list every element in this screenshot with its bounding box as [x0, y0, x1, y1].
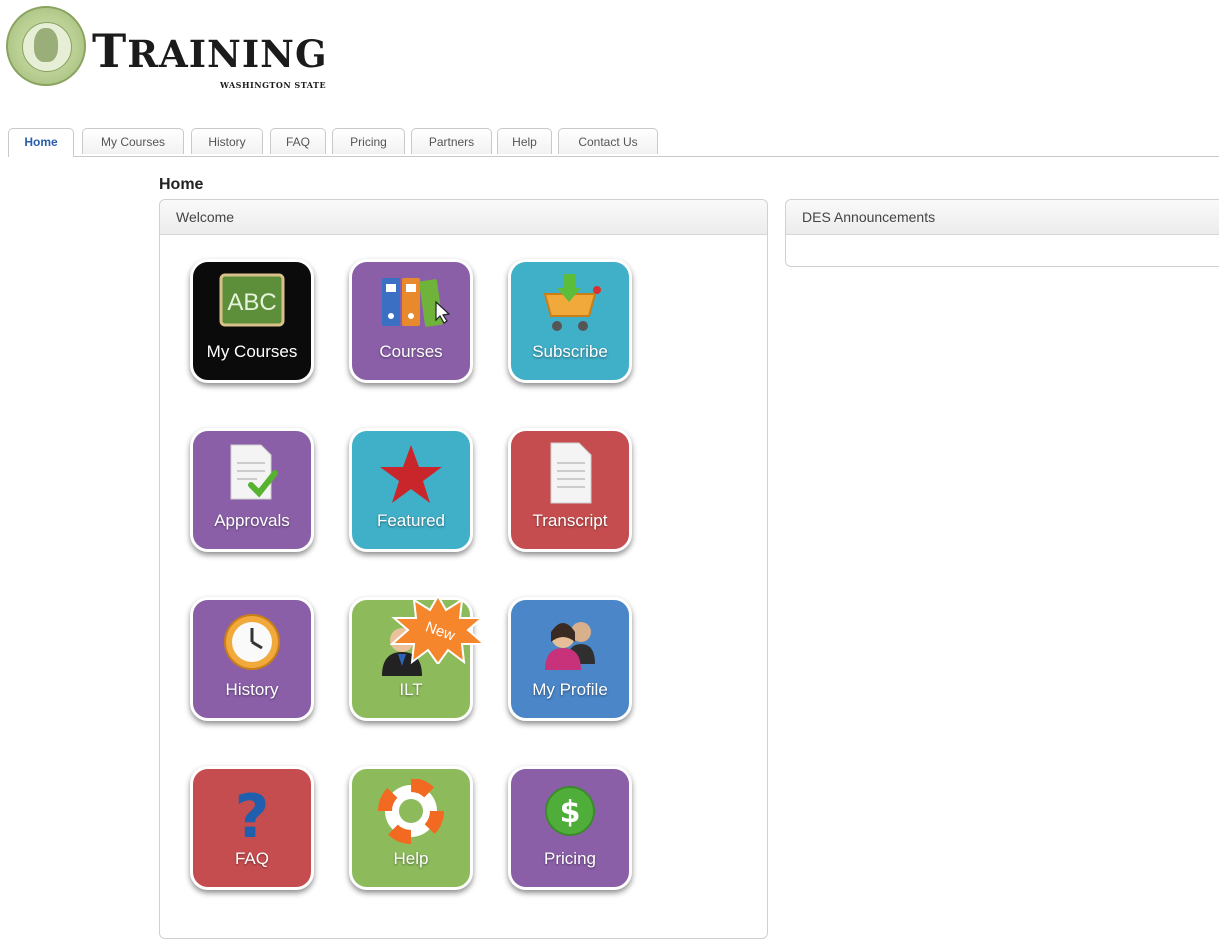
tab-contact-us[interactable]: Contact Us: [558, 128, 658, 154]
people-icon: [511, 610, 629, 676]
announcements-panel: DES Announcements: [785, 199, 1219, 267]
tab-history[interactable]: History: [191, 128, 263, 154]
tab-faq[interactable]: FAQ: [270, 128, 326, 154]
tile-faq[interactable]: ? FAQ: [190, 766, 314, 890]
shopping-cart-icon: [511, 272, 629, 338]
tab-help[interactable]: Help: [497, 128, 552, 154]
tile-label: Pricing: [544, 849, 596, 868]
tile-label: Courses: [379, 342, 443, 361]
main-nav-tabs: Home My Courses History FAQ Pricing Part…: [8, 128, 1219, 157]
tile-label: My Courses: [206, 342, 298, 361]
tile-label: Transcript: [532, 511, 608, 530]
tile-help[interactable]: Help: [349, 766, 473, 890]
tab-my-courses[interactable]: My Courses: [82, 128, 184, 154]
svg-text:?: ?: [235, 782, 270, 845]
tile-ilt[interactable]: New ILT: [349, 594, 486, 721]
tile-label: FAQ: [234, 849, 269, 868]
tile-transcript[interactable]: Transcript: [508, 428, 632, 552]
svg-text:ABC: ABC: [227, 289, 276, 316]
clock-icon: [193, 610, 311, 676]
welcome-panel: Welcome ABC My Courses Courses Subscribe…: [159, 199, 768, 939]
tile-my-profile[interactable]: My Profile: [508, 597, 632, 721]
tile-label: Subscribe: [532, 342, 608, 361]
lifebuoy-icon: [352, 778, 470, 845]
tile-pricing[interactable]: $ Pricing: [508, 766, 632, 890]
binders-icon: [352, 272, 470, 338]
brand-title: TRAINING: [92, 24, 328, 78]
tile-label: My Profile: [532, 680, 608, 699]
tile-label: ILT: [399, 680, 423, 699]
tile-history[interactable]: History: [190, 597, 314, 721]
tab-home[interactable]: Home: [8, 128, 74, 157]
brand-subtitle: WASHINGTON STATE: [220, 80, 327, 90]
tab-partners[interactable]: Partners: [411, 128, 492, 154]
star-icon: [352, 441, 470, 507]
tile-label: Approvals: [214, 511, 290, 530]
tile-label: Help: [393, 849, 429, 868]
tab-pricing[interactable]: Pricing: [332, 128, 405, 154]
announcements-panel-title: DES Announcements: [786, 200, 1219, 235]
tile-courses[interactable]: Courses: [349, 259, 473, 383]
new-badge-icon: New: [390, 594, 486, 664]
question-icon: ?: [193, 779, 311, 852]
dollar-coin-icon: $: [511, 779, 629, 845]
state-seal-icon: [6, 6, 86, 86]
chalkboard-abc-icon: ABC: [193, 272, 311, 338]
tile-label: History: [225, 680, 279, 699]
tile-label: Featured: [376, 511, 446, 530]
tile-featured[interactable]: Featured: [349, 428, 473, 552]
document-icon: [511, 441, 629, 507]
document-check-icon: [193, 441, 311, 507]
tile-subscribe[interactable]: Subscribe: [508, 259, 632, 383]
tile-my-courses[interactable]: ABC My Courses: [190, 259, 314, 383]
welcome-panel-title: Welcome: [160, 200, 767, 235]
svg-text:$: $: [560, 795, 581, 830]
page-title: Home: [159, 176, 204, 193]
tile-approvals[interactable]: Approvals: [190, 428, 314, 552]
site-logo[interactable]: TRAINING WASHINGTON STATE: [6, 6, 366, 90]
